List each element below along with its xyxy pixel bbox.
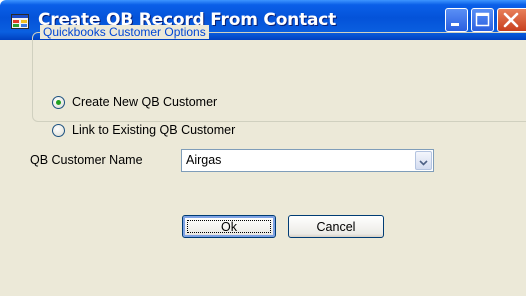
radio-label-create-new[interactable]: Create New QB Customer [72, 95, 217, 109]
radio-selected-dot [56, 99, 61, 105]
radio-label-link-existing[interactable]: Link to Existing QB Customer [72, 123, 235, 137]
cancel-button[interactable]: Cancel [288, 215, 384, 238]
cancel-button-label: Cancel [316, 219, 356, 234]
chevron-down-icon [419, 151, 428, 170]
radio-button-unselected[interactable] [52, 123, 65, 137]
focus-rectangle [187, 220, 271, 233]
maximize-button[interactable] [471, 8, 494, 32]
customer-name-label: QB Customer Name [30, 153, 143, 167]
customer-name-dropdown[interactable]: Airgas [181, 149, 434, 172]
dialog-window: Create QB Record From Contact Quickbooks… [0, 0, 526, 296]
dropdown-button[interactable] [415, 151, 432, 170]
minimize-button[interactable] [445, 8, 468, 32]
close-button[interactable] [497, 8, 526, 32]
groupbox-legend: Quickbooks Customer Options [40, 25, 209, 39]
ok-button[interactable]: Ok [182, 215, 276, 238]
radio-link-existing-customer[interactable]: Link to Existing QB Customer [52, 122, 235, 138]
radio-create-new-customer[interactable]: Create New QB Customer [52, 94, 217, 110]
customer-name-value: Airgas [186, 153, 222, 167]
radio-button-selected[interactable] [52, 95, 65, 109]
app-window-icon [11, 14, 29, 29]
